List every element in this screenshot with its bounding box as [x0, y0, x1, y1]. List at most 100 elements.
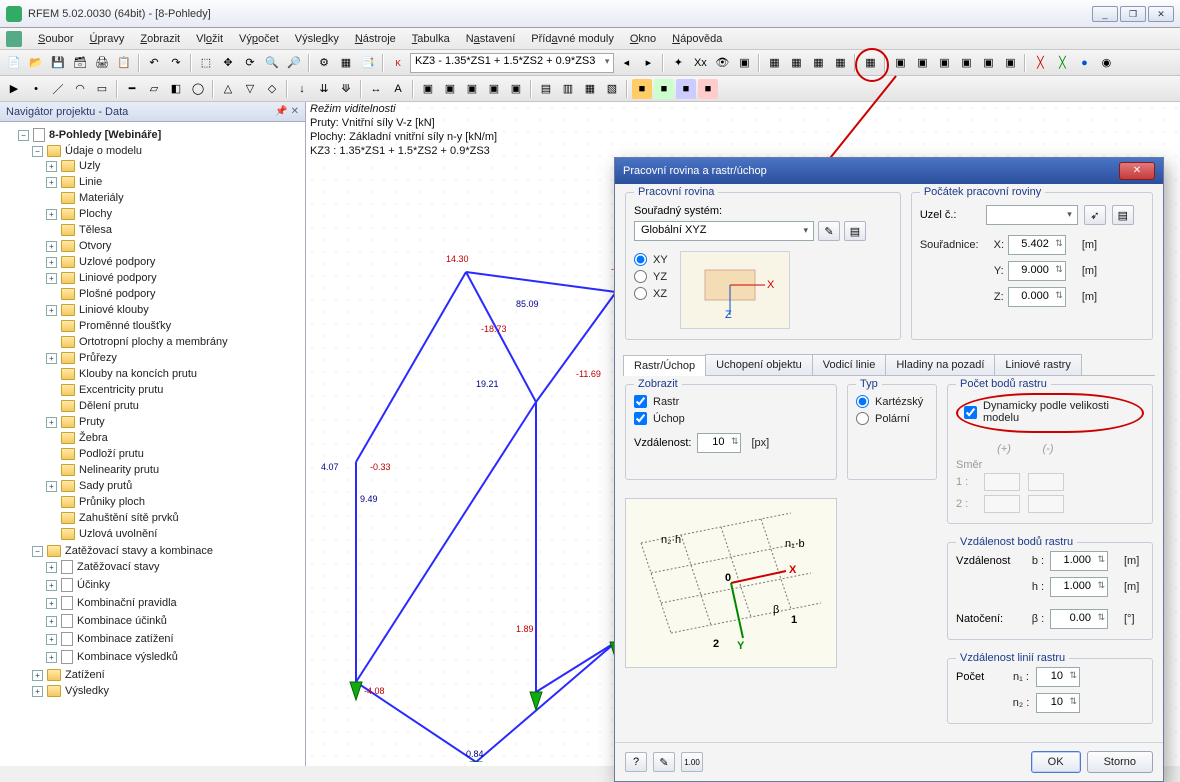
copy-icon[interactable]: 📋 — [114, 53, 134, 73]
misc1-icon[interactable]: ▣ — [418, 79, 438, 99]
tree-item[interactable]: Pruty — [79, 416, 105, 428]
wand-icon[interactable]: ✦ — [668, 53, 688, 73]
t-b-icon[interactable]: ▣ — [912, 53, 932, 73]
rect-icon[interactable]: ▭ — [92, 79, 112, 99]
tree-item[interactable]: Nelinearity prutu — [79, 464, 159, 476]
print-icon[interactable]: 🖨 — [92, 53, 112, 73]
col3-icon[interactable]: ■ — [676, 79, 696, 99]
dist-input[interactable]: 10 — [697, 433, 741, 453]
supp1-icon[interactable]: △ — [218, 79, 238, 99]
h-input[interactable]: 1.000 — [1050, 577, 1108, 597]
tree-item[interactable]: Uzlová uvolnění — [79, 528, 157, 540]
tree-item[interactable]: Klouby na koncích prutu — [79, 368, 197, 380]
tree-item[interactable]: Dělení prutu — [79, 400, 139, 412]
res3-icon[interactable]: ▦ — [580, 79, 600, 99]
chk-rastr[interactable]: Rastr — [634, 393, 828, 410]
node-combo[interactable] — [986, 205, 1078, 225]
tree-model[interactable]: Údaje o modelu — [65, 145, 142, 157]
load1-icon[interactable]: ↓ — [292, 79, 312, 99]
tree-root[interactable]: 8-Pohledy [Webináře] — [49, 129, 161, 141]
coord-y-input[interactable]: 9.000 — [1008, 261, 1066, 281]
tree-item[interactable]: Otvory — [79, 240, 111, 252]
maximize-button[interactable]: ❐ — [1120, 6, 1146, 22]
grid3-icon[interactable]: ▦ — [808, 53, 828, 73]
tree-zatizeni[interactable]: Zatížení — [65, 669, 105, 681]
saveall-icon[interactable]: 🗃 — [70, 53, 90, 73]
node-list-icon[interactable]: ▤ — [1112, 205, 1134, 225]
grid2-icon[interactable]: ▦ — [786, 53, 806, 73]
lc-left-icon[interactable]: ◂ — [616, 53, 636, 73]
load3-icon[interactable]: ⟱ — [336, 79, 356, 99]
tree-item[interactable]: Linie — [79, 176, 102, 188]
open-icon2[interactable]: ◯ — [188, 79, 208, 99]
misc5-icon[interactable]: ▣ — [506, 79, 526, 99]
chk-snap[interactable]: Úchop — [634, 410, 828, 427]
table-icon[interactable]: ▦ — [336, 53, 356, 73]
loadcase-combo[interactable]: KZ3 - 1.35*ZS1 + 1.5*ZS2 + 0.9*ZS3 — [410, 53, 614, 73]
tree-item[interactable]: Zatěžovací stavy — [77, 561, 160, 573]
zoomfit-icon[interactable]: 🔎 — [284, 53, 304, 73]
col1-icon[interactable]: ■ — [632, 79, 652, 99]
close-button[interactable]: ✕ — [1148, 6, 1174, 22]
tree-item[interactable]: Ortotropní plochy a membrány — [79, 336, 228, 348]
tree-item[interactable]: Průřezy — [79, 352, 117, 364]
tree-item[interactable]: Tělesa — [79, 224, 112, 236]
tree-item[interactable]: Proměnné tloušťky — [79, 320, 171, 332]
grid1-icon[interactable]: ▦ — [764, 53, 784, 73]
axis-x-icon[interactable]: ╳ — [1030, 53, 1050, 73]
n2-input[interactable]: 10 — [1036, 693, 1080, 713]
plane-xy-radio[interactable]: XY — [634, 251, 668, 268]
menu-nastaveni[interactable]: Nastavení — [458, 30, 524, 48]
coord-x-input[interactable]: 5.402 — [1008, 235, 1066, 255]
radio-polar[interactable]: Polární — [856, 410, 928, 427]
t-e-icon[interactable]: ▣ — [978, 53, 998, 73]
save-icon[interactable]: 💾 — [48, 53, 68, 73]
misc3-icon[interactable]: ▣ — [462, 79, 482, 99]
t-f-icon[interactable]: ▣ — [1000, 53, 1020, 73]
tree-item[interactable]: Materiály — [79, 192, 124, 204]
col4-icon[interactable]: ■ — [698, 79, 718, 99]
tree-item[interactable]: Kombinace účinků — [77, 615, 167, 627]
supp3-icon[interactable]: ◇ — [262, 79, 282, 99]
units-icon[interactable]: 1.00 — [681, 752, 703, 772]
misc4-icon[interactable]: ▣ — [484, 79, 504, 99]
menu-pridavne[interactable]: Přídavné moduly — [523, 30, 622, 48]
new-icon[interactable]: 📄 — [4, 53, 24, 73]
misc2-icon[interactable]: ▣ — [440, 79, 460, 99]
tree-loads[interactable]: Zatěžovací stavy a kombinace — [65, 545, 213, 557]
minimize-button[interactable]: _ — [1092, 6, 1118, 22]
t-a-icon[interactable]: ▣ — [890, 53, 910, 73]
tree-item[interactable]: Žebra — [79, 432, 108, 444]
supp2-icon[interactable]: ▽ — [240, 79, 260, 99]
cs-open-icon[interactable]: ▤ — [844, 221, 866, 241]
tree-vysledky[interactable]: Výsledky — [65, 685, 109, 697]
menu-vypocet[interactable]: Výpočet — [231, 30, 287, 48]
grid4-icon[interactable]: ▦ — [830, 53, 850, 73]
render-icon[interactable]: ▣ — [734, 53, 754, 73]
move-icon[interactable]: ✥ — [218, 53, 238, 73]
arc-icon[interactable]: ◠ — [70, 79, 90, 99]
menu-upravy[interactable]: Úpravy — [81, 30, 132, 48]
select-icon[interactable]: ⬚ — [196, 53, 216, 73]
help-icon[interactable]: ? — [625, 752, 647, 772]
eye-icon[interactable]: 👁 — [712, 53, 732, 73]
res2-icon[interactable]: ▥ — [558, 79, 578, 99]
res4-icon[interactable]: ▧ — [602, 79, 622, 99]
rotate-icon[interactable]: ⟳ — [240, 53, 260, 73]
coord-z-input[interactable]: 0.000 — [1008, 287, 1066, 307]
plane-xz-radio[interactable]: XZ — [634, 285, 668, 302]
lc-right-icon[interactable]: ▸ — [638, 53, 658, 73]
res1-icon[interactable]: ▤ — [536, 79, 556, 99]
ok-button[interactable]: OK — [1031, 751, 1081, 773]
tree-item[interactable]: Plochy — [79, 208, 112, 220]
navigator-tree[interactable]: −8-Pohledy [Webináře] −Údaje o modelu +U… — [0, 122, 305, 766]
dialog-close-button[interactable]: ✕ — [1119, 162, 1155, 180]
tree-item[interactable]: Sady prutů — [79, 480, 132, 492]
text-icon[interactable]: A — [388, 79, 408, 99]
radio-cartesian[interactable]: Kartézský — [856, 393, 928, 410]
calc-icon[interactable]: ⚙ — [314, 53, 334, 73]
zoom-icon[interactable]: 🔍 — [262, 53, 282, 73]
cs-new-icon[interactable]: ✎ — [818, 221, 840, 241]
menu-zobrazit[interactable]: Zobrazit — [132, 30, 188, 48]
pick-node-icon[interactable]: ➶ — [1084, 205, 1106, 225]
